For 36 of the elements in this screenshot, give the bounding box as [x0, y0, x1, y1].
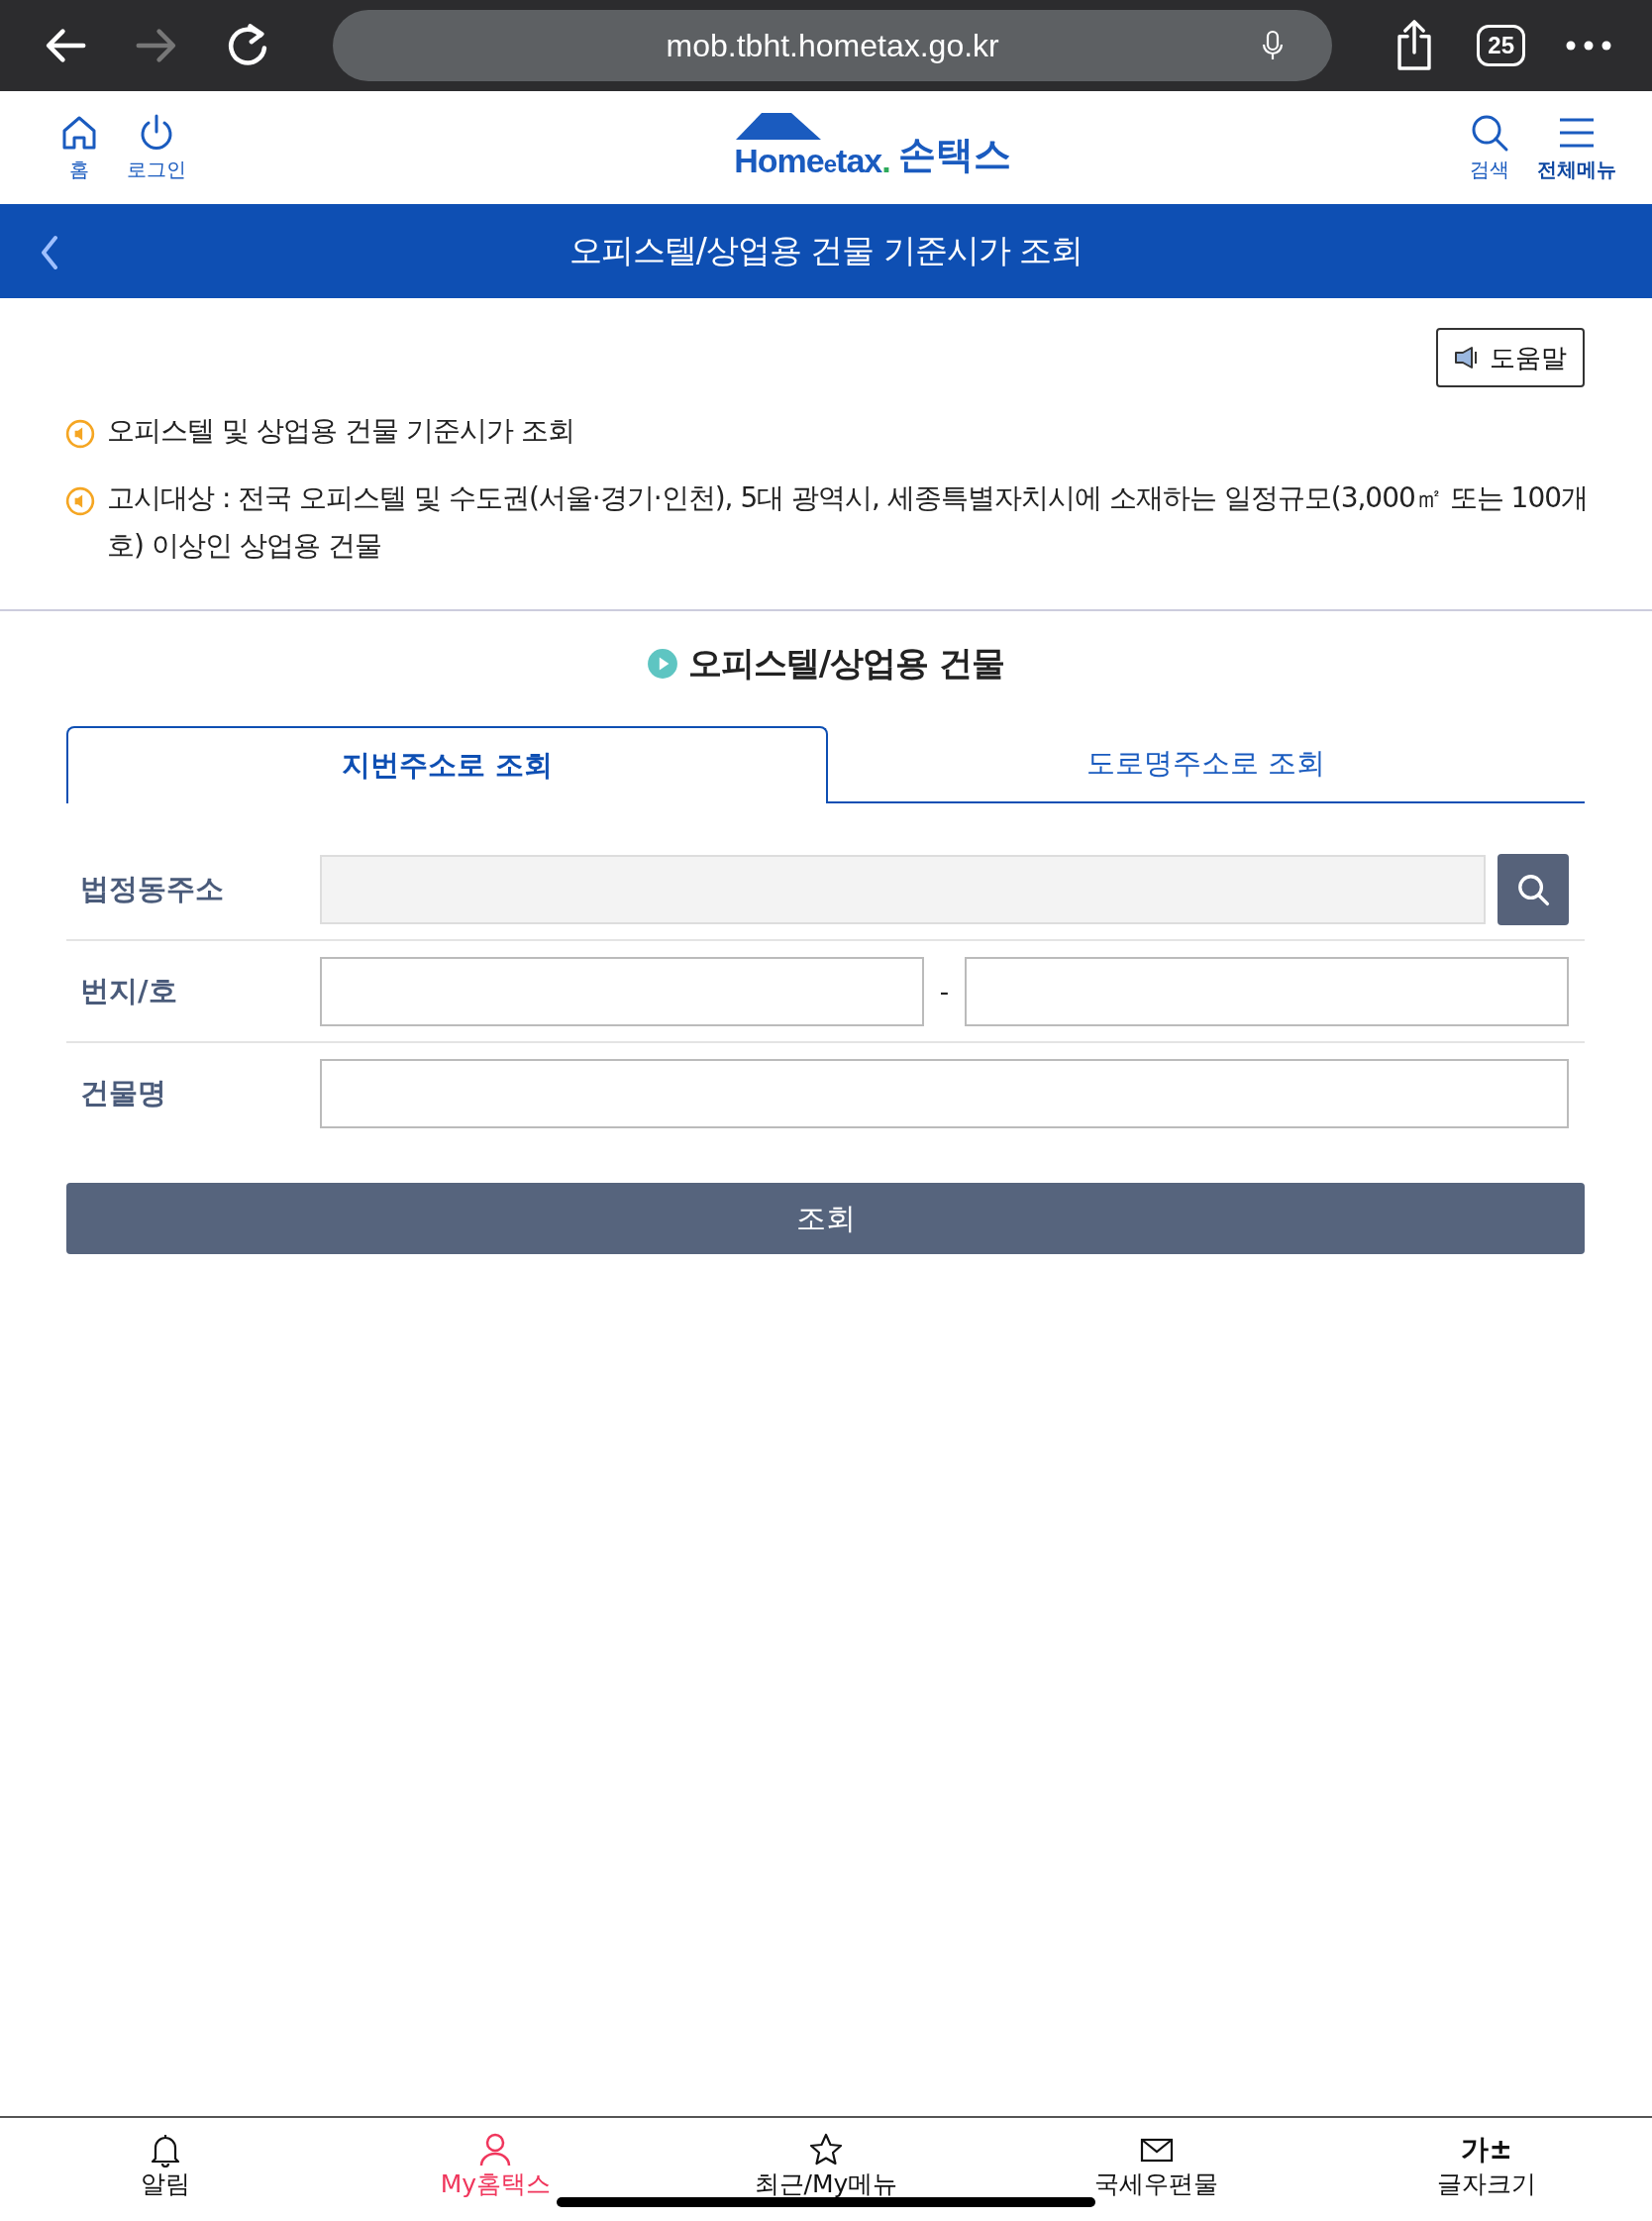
- notice-text: 고시대상 : 전국 오피스텔 및 수도권(서울·경기·인천), 5대 광역시, 세종특별자치시에 소재하는 일정규모(3,000㎡ 또는 100개호) 이상인 상업용 건물: [107, 480, 1590, 564]
- notice-text: 오피스텔 및 상업용 건물 기준시가 조회: [107, 413, 574, 449]
- tab[interactable]: 도로명주소로 조회: [827, 726, 1585, 803]
- nav-item[interactable]: 최근/My메뉴: [727, 2132, 925, 2200]
- play-icon: [646, 648, 678, 680]
- site-logo[interactable]: Homeetax. 손택스: [734, 115, 1011, 180]
- search-button[interactable]: [1497, 853, 1569, 925]
- nav-item[interactable]: 가± 글자크기: [1388, 2132, 1587, 2200]
- page-title: 오피스텔/상업용 건물 기준시가 조회: [568, 230, 1084, 271]
- star-icon: [808, 2132, 844, 2168]
- address-bar[interactable]: mob.tbht.hometax.go.kr: [333, 10, 1333, 81]
- header-button[interactable]: 전체메뉴: [1537, 112, 1616, 183]
- submit-button[interactable]: 조회: [66, 1183, 1585, 1254]
- tab[interactable]: 지번주소로 조회: [66, 726, 828, 803]
- speaker-icon: [65, 419, 95, 449]
- tab-count-button[interactable]: 25: [1477, 25, 1525, 66]
- header-button[interactable]: 검색: [1470, 112, 1509, 183]
- field-label: 번지/호: [79, 972, 178, 1009]
- help-button[interactable]: 도움말: [1436, 328, 1585, 387]
- microphone-icon[interactable]: [1261, 30, 1286, 61]
- field-label: 법정동주소: [79, 870, 225, 907]
- nav-item[interactable]: My홈택스: [396, 2132, 595, 2200]
- nav-item[interactable]: 알림: [65, 2132, 264, 2200]
- field-label: 건물명: [79, 1074, 167, 1111]
- font-size-icon: 가±: [1461, 2132, 1512, 2168]
- section-title: 오피스텔/상업용 건물: [687, 642, 1005, 685]
- header-button[interactable]: 로그인: [127, 112, 186, 183]
- speaker-icon: [65, 486, 95, 516]
- header-button[interactable]: 홈: [59, 112, 99, 183]
- nav-item[interactable]: 국세우편물: [1057, 2132, 1256, 2200]
- input-field[interactable]: [320, 1058, 1569, 1128]
- input-field[interactable]: [320, 956, 924, 1026]
- input-field[interactable]: [965, 956, 1569, 1026]
- more-icon[interactable]: [1565, 40, 1612, 52]
- separator-dash: -: [938, 976, 951, 1006]
- address-field[interactable]: [320, 854, 1486, 924]
